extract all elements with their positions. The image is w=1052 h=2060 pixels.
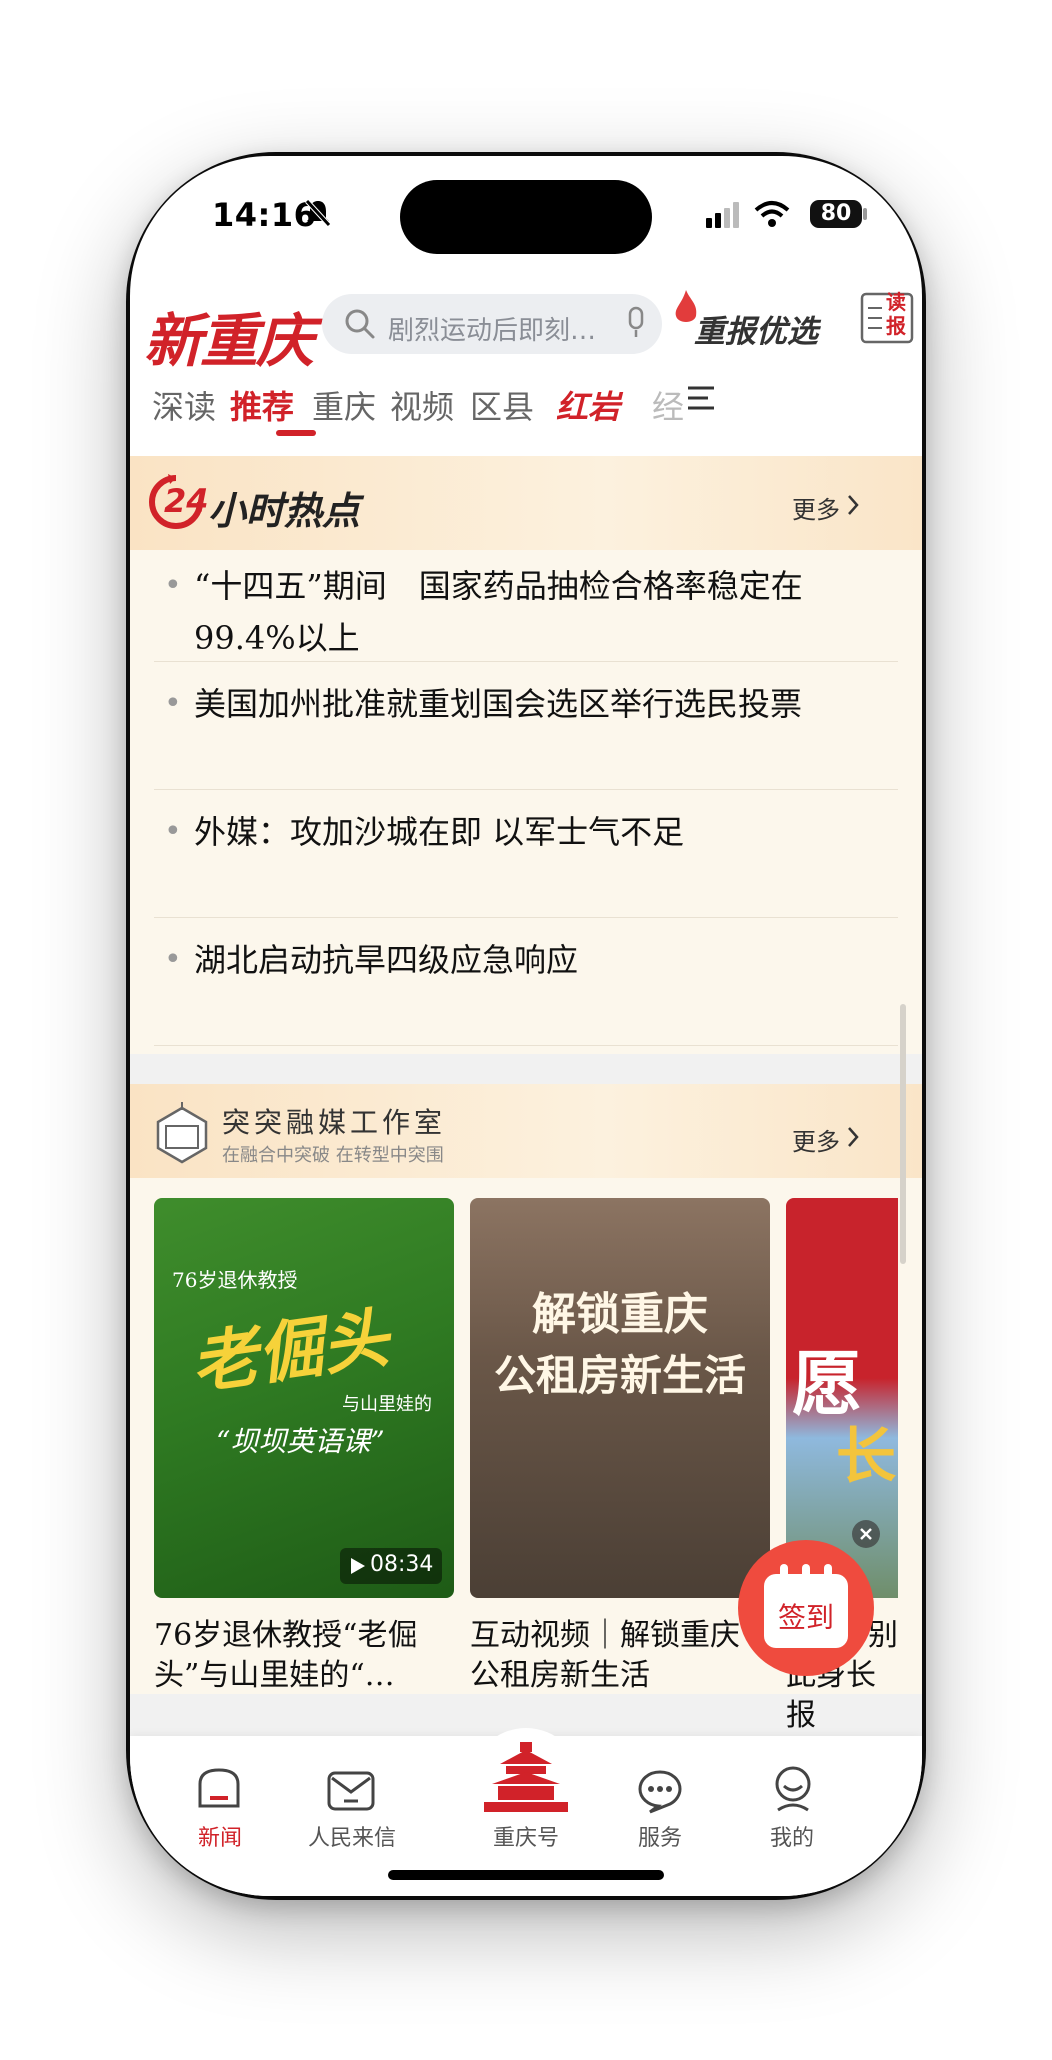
duration-badge: 08:34 [340,1548,442,1584]
chevron-right-icon [848,495,859,515]
play-icon [351,1558,365,1574]
chongqing-tower-icon [484,1742,568,1812]
studio-title: 突突融媒工作室 [222,1106,447,1139]
caption-line: 互动视频｜解锁重庆 [470,1618,740,1653]
bell-muted-icon [305,199,331,227]
signin-label: 签到 [777,1601,834,1634]
thumb-overlay-text: 公租房新生活 [493,1351,746,1400]
caption-line: 公租房新生活 [470,1658,650,1693]
studio-more-link[interactable]: 更多 [792,1122,840,1157]
divider [154,917,898,918]
user-icon [775,1766,811,1812]
video-thumbnail[interactable]: 愿 长 [786,1198,898,1598]
hot-badge: 24 [164,482,209,520]
status-time: 14:16 [212,196,317,234]
scrollbar[interactable] [900,1004,906,1264]
microphone-icon[interactable] [626,306,646,340]
home-indicator [388,1870,664,1880]
video-thumbnail[interactable]: 76岁退休教授 老倔头 与山里娃的 “坝坝英语课” 08:34 [154,1198,454,1598]
mail-icon [327,1771,375,1811]
tab-chongqing[interactable]: 重庆 [312,382,376,428]
news-item[interactable]: • 美国加州批准就重划国会选区举行选民投票 [164,678,894,730]
news-title: 外媒：攻加沙城在即 以军士气不足 [194,813,685,851]
bullet: • [164,942,182,977]
news-title: 美国加州批准就重划国会选区举行选民投票 [194,685,803,723]
thumb-overlay-text: 与山里娃的 [342,1394,432,1415]
divider [154,661,898,662]
hot-more-link[interactable]: 更多 [792,490,840,525]
bullet: • [164,568,182,603]
caption-line: 76岁退休教授“老倔 [154,1618,418,1653]
thumb-overlay-text: 解锁重庆 [532,1289,708,1340]
tab-video[interactable]: 视频 [390,382,454,428]
dynamic-island [400,180,652,254]
video-thumbnail[interactable]: 解锁重庆 公租房新生活 [470,1198,770,1598]
screen: 14:16 80 新重庆 剧烈运动后即刻… 重报优选 读报 深读 推荐 重庆 视… [130,156,922,1896]
chevron-right-icon [848,1127,859,1147]
divider [154,789,898,790]
tabbar-letters[interactable]: 人民来信 [292,1820,412,1852]
chat-bubble-icon [638,1770,682,1814]
news-title: “十四五”期间 国家药品抽检合格率稳定在99.4%以上 [194,567,803,657]
tabbar-services[interactable]: 服务 [600,1820,720,1852]
active-tab-underline [276,430,316,436]
video-caption[interactable]: 互动视频｜解锁重庆 公租房新生活 [470,1616,770,1696]
battery-tip [863,208,867,220]
divider [154,1045,898,1046]
read-paper-label: 读报 [886,290,906,338]
home-icon [198,1768,240,1808]
studio-logo-icon [156,1102,208,1164]
tab-hongyan[interactable]: 红岩 [556,382,620,428]
tabbar-me[interactable]: 我的 [732,1820,852,1852]
wifi-icon [754,201,790,227]
close-signin-button[interactable] [852,1520,880,1548]
tabbar-chongqing-hao[interactable]: 重庆号 [466,1820,586,1852]
studio-subtitle: 在融合中突破 在转型中突围 [222,1145,444,1166]
search-placeholder: 剧烈运动后即刻… [388,316,597,346]
bullet: • [164,686,182,721]
promo-link[interactable]: 重报优选 [694,306,818,351]
battery-indicator: 80 [810,200,862,228]
tab-economy[interactable]: 经 [652,382,684,428]
thumb-overlay-text: 长 [836,1422,896,1492]
menu-icon[interactable] [688,386,718,410]
signal-icon [706,202,739,228]
news-title: 湖北启动抗旱四级应急响应 [194,941,579,979]
news-item[interactable]: • 外媒：攻加沙城在即 以军士气不足 [164,806,894,858]
read-paper-button[interactable]: 读报 [860,286,916,346]
search-icon [345,309,375,339]
thumb-overlay-text: “坝坝英语课” [216,1425,385,1458]
video-caption[interactable]: 76岁退休教授“老倔 头”与山里娃的“… [154,1616,454,1696]
close-icon [860,1528,872,1540]
tabbar-news[interactable]: 新闻 [160,1820,280,1852]
tab-recommend[interactable]: 推荐 [230,382,294,428]
tab-deep-read[interactable]: 深读 [152,382,216,428]
thumb-overlay-big: 老倔头 [186,1298,394,1404]
bullet: • [164,814,182,849]
news-item[interactable]: • “十四五”期间 国家药品抽检合格率稳定在99.4%以上 [164,560,894,664]
duration-text: 08:34 [370,1552,434,1577]
news-item[interactable]: • 湖北启动抗旱四级应急响应 [164,934,894,986]
tab-districts[interactable]: 区县 [470,382,534,428]
hot-title: 小时热点 [208,489,361,533]
caption-line: 头”与山里娃的“… [154,1658,395,1693]
app-logo[interactable]: 新重庆 [144,294,314,378]
thumb-overlay-text: 76岁退休教授 [172,1268,298,1292]
